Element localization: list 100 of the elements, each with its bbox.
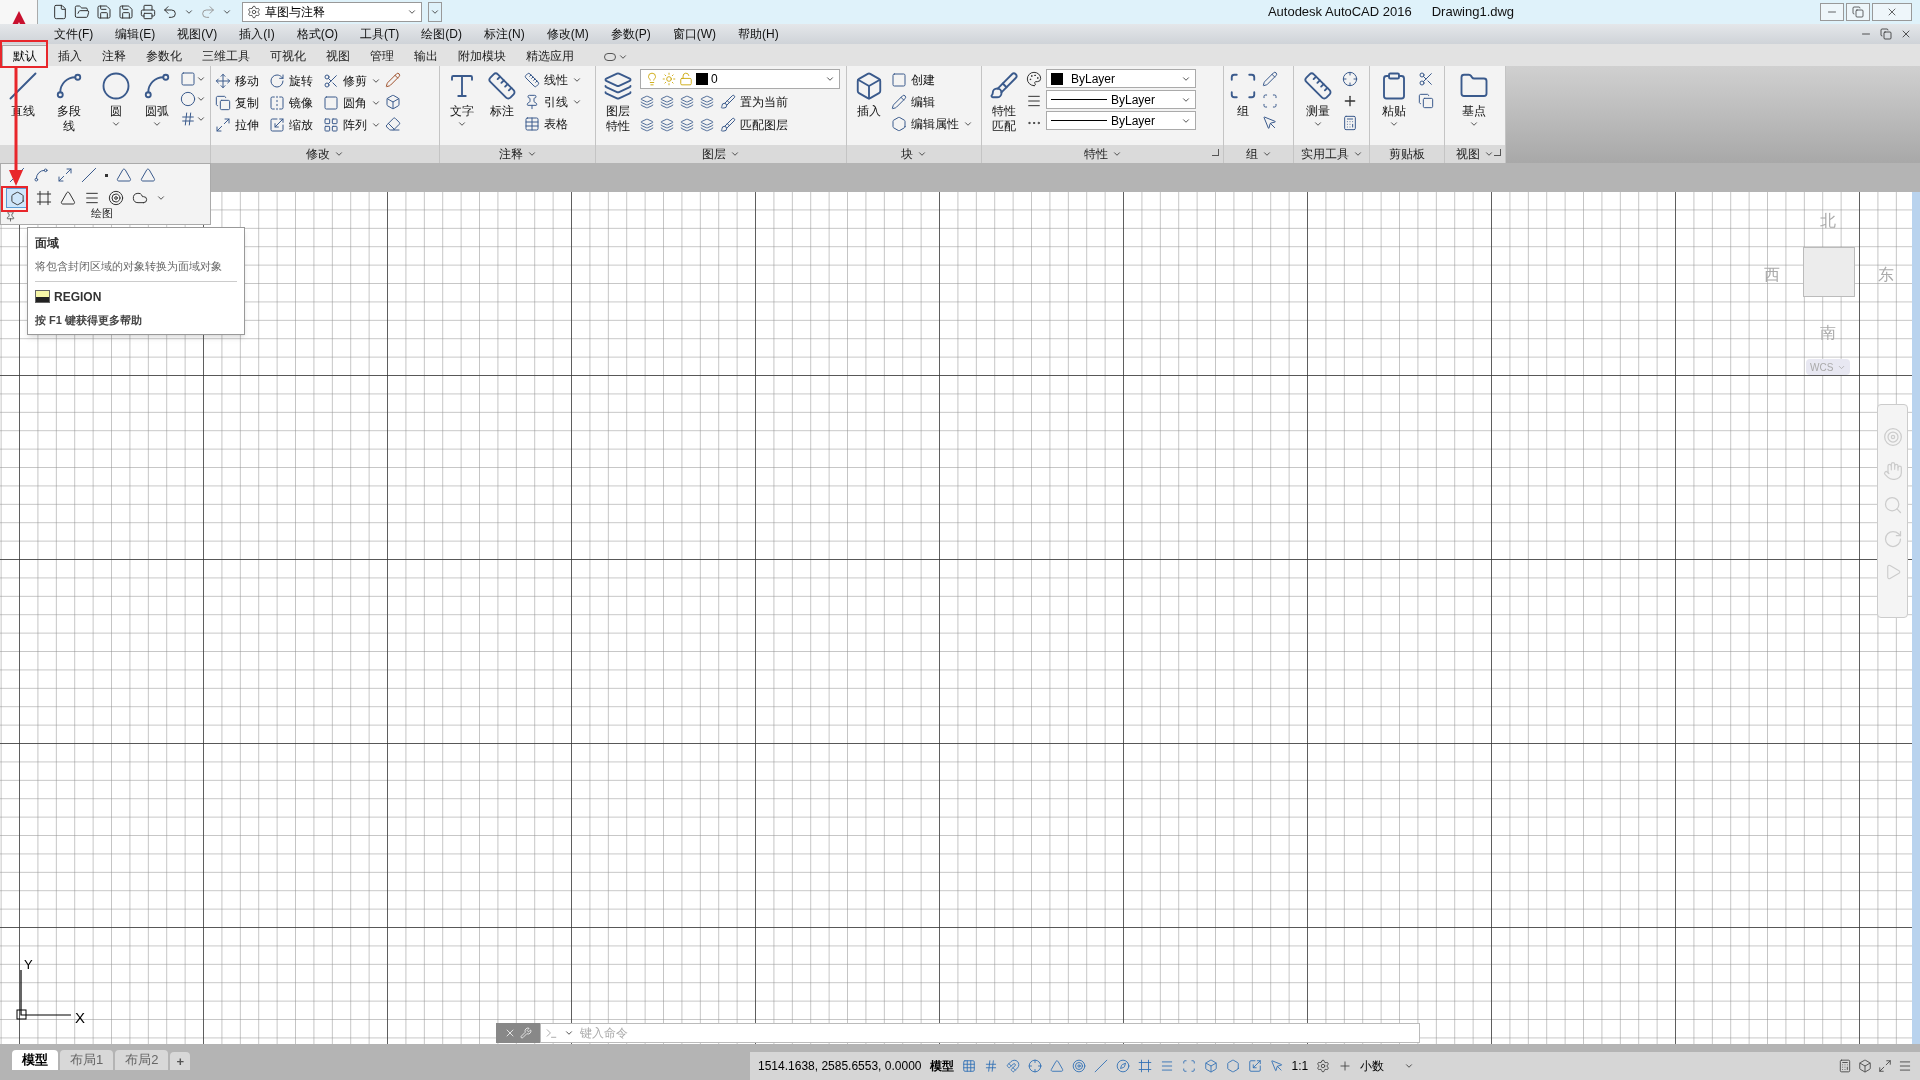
- panel-title[interactable]: 图层: [702, 145, 726, 163]
- viewcube[interactable]: [1803, 247, 1855, 297]
- layout-tab[interactable]: 布局1: [60, 1050, 114, 1070]
- ribbon-tab[interactable]: 插入: [48, 45, 92, 66]
- launcher-icon[interactable]: [1494, 149, 1501, 156]
- ribbon-tool-button[interactable]: 圆弧: [138, 69, 176, 129]
- menu-item[interactable]: 帮助(H): [738, 25, 779, 43]
- ribbon-tool-button[interactable]: 图层特性: [600, 69, 636, 134]
- linetype-dropdown[interactable]: ByLayer: [1046, 90, 1196, 109]
- ribbon-tool-button[interactable]: 复制: [215, 92, 259, 114]
- panel-title[interactable]: 绘图: [91, 207, 113, 219]
- ribbon-tool-button[interactable]: 插入: [851, 69, 887, 119]
- layout-tab[interactable]: 布局2: [115, 1050, 169, 1070]
- menu-item[interactable]: 插入(I): [239, 25, 275, 43]
- ribbon-tool-button[interactable]: 标注: [484, 69, 520, 119]
- ribbon-tool-button[interactable]: 编辑属性: [891, 113, 973, 135]
- panel-title[interactable]: 特性: [1083, 145, 1108, 163]
- panel-title[interactable]: 剪贴板: [1389, 145, 1425, 163]
- ribbon-tab[interactable]: 管理: [360, 45, 404, 66]
- annotation-scale-button[interactable]: 1:1: [1291, 1057, 1309, 1075]
- calculator-icon: [1838, 1059, 1852, 1073]
- ribbon-tab[interactable]: 附加模块: [448, 45, 516, 66]
- ribbon-tab[interactable]: 视图: [316, 45, 360, 66]
- ribbon-tool-button[interactable]: 引线: [524, 91, 582, 113]
- ribbon-tool-button[interactable]: 置为当前: [720, 90, 788, 113]
- ribbon-tool-button[interactable]: 粘贴: [1374, 69, 1414, 129]
- menu-item[interactable]: 工具(T): [360, 25, 400, 43]
- menu-item[interactable]: 格式(O): [296, 25, 338, 43]
- settings-icon: [1316, 1059, 1331, 1073]
- ribbon-tool-button[interactable]: 多段线: [45, 69, 93, 134]
- ribbon-tool-button[interactable]: 拉伸: [215, 114, 259, 136]
- scrollbar[interactable]: [1912, 192, 1920, 1044]
- unlock-icon: [679, 72, 693, 86]
- layer-dropdown[interactable]: 0: [640, 69, 840, 89]
- ribbon-tool-button[interactable]: 圆: [96, 69, 135, 129]
- ribbon-tool-button[interactable]: 缩放: [269, 114, 313, 136]
- ribbon-tool-button[interactable]: 基点: [1449, 69, 1499, 129]
- restore-button[interactable]: [1846, 3, 1870, 21]
- ribbon-tool-button[interactable]: 创建: [891, 69, 973, 91]
- caret-icon: [572, 75, 582, 85]
- ribbon-tool-button[interactable]: 文字: [444, 69, 480, 129]
- panel-title[interactable]: 修改: [306, 145, 330, 163]
- menu-item[interactable]: 参数(P): [610, 25, 651, 43]
- ribbon-tool-button[interactable]: 表格: [524, 113, 582, 135]
- ribbon-tool-button[interactable]: 编辑: [891, 91, 973, 113]
- ribbon-tab[interactable]: 精选应用: [516, 45, 584, 66]
- ribbon-tab[interactable]: 可视化: [260, 45, 316, 66]
- layout-tab[interactable]: 模型: [12, 1050, 58, 1070]
- stretch-icon: [215, 117, 231, 133]
- ribbon-tool-button[interactable]: 测量: [1298, 69, 1338, 129]
- ribbon-tool-button[interactable]: 修剪: [323, 70, 381, 92]
- caret-icon: [110, 119, 121, 129]
- menu-item[interactable]: 标注(N): [484, 25, 525, 43]
- ribbon-tab[interactable]: 参数化: [136, 45, 192, 66]
- ribbon-tool-button[interactable]: 匹配图层: [720, 113, 788, 136]
- menu-item[interactable]: 文件(F): [54, 25, 94, 43]
- ribbon-tool-button[interactable]: 移动: [215, 70, 259, 92]
- caret-icon: [825, 74, 835, 84]
- menu-item[interactable]: 修改(M): [546, 25, 589, 43]
- color-dropdown[interactable]: ByLayer: [1046, 69, 1196, 88]
- grid-icon: [961, 1059, 976, 1073]
- customize-toolbar-button[interactable]: [428, 2, 442, 22]
- brush-icon: [720, 93, 736, 110]
- panel-title[interactable]: 注释: [498, 145, 523, 163]
- menu-item[interactable]: 编辑(E): [115, 25, 156, 43]
- panel-title[interactable]: 块: [901, 145, 913, 163]
- units-dropdown[interactable]: 小数: [1360, 1057, 1415, 1075]
- layer-icon: [660, 117, 674, 132]
- ribbon-tool-button[interactable]: 线性: [524, 69, 582, 91]
- pin-icon: [5, 210, 16, 222]
- ribbon-tool-button[interactable]: 组: [1228, 69, 1258, 119]
- rotate-icon: [269, 73, 285, 89]
- highlight-frame: [0, 40, 48, 68]
- ribbon-tool-button[interactable]: 镜像: [269, 92, 313, 114]
- workspace-dropdown[interactable]: 草图与注释: [242, 2, 422, 22]
- ribbon-tool-button[interactable]: 阵列: [323, 114, 381, 136]
- region-button[interactable]: [6, 188, 28, 208]
- ribbon-tool-button[interactable]: 旋转: [269, 70, 313, 92]
- panel-title[interactable]: 视图: [1456, 145, 1480, 163]
- lightbulb-icon: [645, 72, 659, 86]
- ribbon-tool-button[interactable]: 特性匹配: [986, 69, 1022, 134]
- lineweight-dropdown[interactable]: ByLayer: [1046, 111, 1196, 130]
- menu-item[interactable]: 视图(V): [177, 25, 218, 43]
- ribbon-tab[interactable]: 输出: [404, 45, 448, 66]
- panel-title[interactable]: 组: [1245, 145, 1258, 163]
- ribbon-tab[interactable]: 三维工具: [192, 45, 260, 66]
- menu-item[interactable]: 窗口(W): [672, 25, 716, 43]
- menu-item[interactable]: 绘图(D): [421, 25, 462, 43]
- command-line-handle[interactable]: [496, 1023, 540, 1043]
- minimize-button[interactable]: [1820, 3, 1844, 21]
- add-layout-button[interactable]: +: [170, 1052, 191, 1070]
- panel-title[interactable]: 实用工具: [1300, 145, 1349, 163]
- ribbon-tool-button[interactable]: 圆角: [323, 92, 381, 114]
- launcher-icon[interactable]: [1212, 149, 1219, 156]
- hatch-icon: [180, 111, 196, 127]
- layer-icon: [640, 117, 654, 132]
- close-button[interactable]: [1872, 3, 1912, 21]
- ribbon-tab[interactable]: 默认: [2, 45, 48, 66]
- ribbon-tab[interactable]: 注释: [92, 45, 136, 66]
- space-toggle[interactable]: 模型: [929, 1057, 954, 1075]
